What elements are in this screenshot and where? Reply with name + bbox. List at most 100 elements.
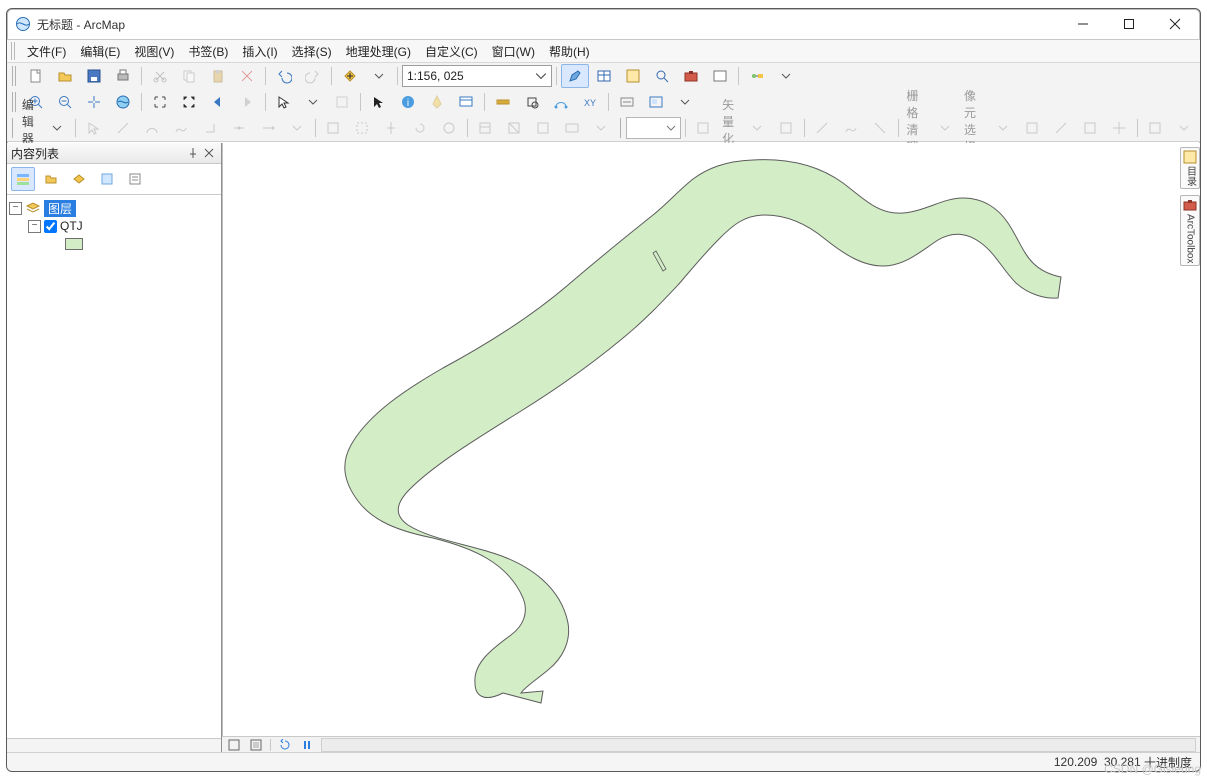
toc-tab-visibility[interactable] xyxy=(67,167,91,191)
menu-insert[interactable]: 插入(I) xyxy=(236,41,283,62)
layout-view-button[interactable] xyxy=(248,738,264,752)
menu-window[interactable]: 窗口(W) xyxy=(486,41,541,62)
data-view-button[interactable] xyxy=(226,738,242,752)
save-button[interactable] xyxy=(80,64,108,88)
arctoolbox-button[interactable] xyxy=(677,64,705,88)
toc-close-button[interactable] xyxy=(201,145,217,161)
edit-straight-button[interactable] xyxy=(109,116,137,140)
menu-customize[interactable]: 自定义(C) xyxy=(419,41,484,62)
new-doc-button[interactable] xyxy=(22,64,50,88)
search-window-button[interactable] xyxy=(648,64,676,88)
map-canvas[interactable] xyxy=(222,143,1200,736)
viewer-dropdown[interactable] xyxy=(671,90,699,114)
toc-tab-source[interactable] xyxy=(39,167,63,191)
redo-button[interactable] xyxy=(299,64,327,88)
menubar-grip[interactable] xyxy=(11,42,17,60)
menu-bookmark[interactable]: 书签(B) xyxy=(182,41,234,62)
toolbar-grip[interactable] xyxy=(12,66,18,86)
toc-tab-selection[interactable] xyxy=(95,167,119,191)
find-route-button[interactable] xyxy=(547,90,575,114)
edit-target-dropdown-button[interactable] xyxy=(558,116,586,140)
select-elements-button[interactable] xyxy=(365,90,393,114)
arcscan-options-button[interactable] xyxy=(689,116,717,140)
find-button[interactable] xyxy=(518,90,546,114)
scale-combo[interactable]: 1:156, 025 xyxy=(402,65,552,87)
pixel-select-dropdown[interactable] xyxy=(989,116,1017,140)
maximize-button[interactable] xyxy=(1106,9,1152,39)
edit-end-button[interactable] xyxy=(254,116,282,140)
delete-button[interactable] xyxy=(233,64,261,88)
pan-button[interactable] xyxy=(80,90,108,114)
vectorize-dropdown[interactable] xyxy=(743,116,771,140)
menu-file[interactable]: 文件(F) xyxy=(21,41,72,62)
toc-tab-options[interactable] xyxy=(123,167,147,191)
clear-selection-button[interactable] xyxy=(328,90,356,114)
hyperlink-button[interactable] xyxy=(423,90,451,114)
pause-drawing-button[interactable] xyxy=(299,738,315,752)
html-popup-button[interactable] xyxy=(452,90,480,114)
toc-pin-button[interactable] xyxy=(185,145,201,161)
fixed-zoom-out-button[interactable] xyxy=(175,90,203,114)
expander-minus-icon[interactable]: − xyxy=(28,220,41,233)
catalog-window-button[interactable] xyxy=(619,64,647,88)
editor-menu-dropdown[interactable] xyxy=(43,116,71,140)
edit-cut-poly-button[interactable] xyxy=(319,116,347,140)
edit-arc-button[interactable] xyxy=(138,116,166,140)
ps-tool1-button[interactable] xyxy=(1018,116,1046,140)
edit-target-dropdown[interactable] xyxy=(587,116,615,140)
menu-help[interactable]: 帮助(H) xyxy=(543,41,596,62)
toc-resize-bar[interactable] xyxy=(7,738,221,753)
goto-xy-button[interactable]: XY xyxy=(576,90,604,114)
edit-rightangle-button[interactable] xyxy=(196,116,224,140)
map-horizontal-scrollbar[interactable] xyxy=(321,738,1196,752)
raster-cleanup-dropdown[interactable] xyxy=(931,116,959,140)
close-button[interactable] xyxy=(1152,9,1198,39)
toolbar-grip[interactable] xyxy=(620,118,622,138)
minimize-button[interactable] xyxy=(1060,9,1106,39)
paste-button[interactable] xyxy=(204,64,232,88)
ps-tool2-button[interactable] xyxy=(1047,116,1075,140)
full-extent-button[interactable] xyxy=(109,90,137,114)
table-window-button[interactable] xyxy=(590,64,618,88)
ps-tool4-button[interactable] xyxy=(1105,116,1133,140)
edit-rotate-button[interactable] xyxy=(406,116,434,140)
edit-split-button[interactable] xyxy=(377,116,405,140)
create-features-button[interactable] xyxy=(529,116,557,140)
ps-tool5-button[interactable] xyxy=(1141,116,1169,140)
python-window-button[interactable] xyxy=(706,64,734,88)
arcscan-layer-combo[interactable] xyxy=(626,117,681,139)
identify-button[interactable]: i xyxy=(394,90,422,114)
expander-minus-icon[interactable]: − xyxy=(9,202,22,215)
next-extent-button[interactable] xyxy=(233,90,261,114)
open-button[interactable] xyxy=(51,64,79,88)
measure-button[interactable] xyxy=(489,90,517,114)
vec-tool3-button[interactable] xyxy=(866,116,894,140)
model-builder-dropdown[interactable] xyxy=(772,64,800,88)
edit-vertices-dropdown[interactable] xyxy=(283,116,311,140)
edit-reshape-button[interactable] xyxy=(348,116,376,140)
viewer-window-button[interactable] xyxy=(642,90,670,114)
select-features-dropdown[interactable] xyxy=(299,90,327,114)
vec-trace-button[interactable] xyxy=(772,116,800,140)
edit-sketch-props-button[interactable] xyxy=(500,116,528,140)
toc-root-row[interactable]: − 图层 xyxy=(9,199,219,217)
editor-toolbar-toggle[interactable] xyxy=(561,64,589,88)
model-builder-button[interactable] xyxy=(743,64,771,88)
toc-layer-row[interactable]: − QTJ xyxy=(9,217,219,235)
cut-button[interactable] xyxy=(146,64,174,88)
toc-tab-drawing-order[interactable] xyxy=(11,167,35,191)
edit-trace-button[interactable] xyxy=(167,116,195,140)
select-features-button[interactable] xyxy=(270,90,298,114)
layer-visibility-checkbox[interactable] xyxy=(44,220,57,233)
vec-tool2-button[interactable] xyxy=(837,116,865,140)
zoom-out-button[interactable] xyxy=(51,90,79,114)
add-data-dropdown[interactable] xyxy=(365,64,393,88)
toolbar-grip[interactable] xyxy=(12,118,14,138)
dock-tab-catalog[interactable]: 目录 xyxy=(1180,147,1200,189)
refresh-view-button[interactable] xyxy=(277,738,293,752)
time-slider-button[interactable] xyxy=(613,90,641,114)
edit-midpoint-button[interactable] xyxy=(225,116,253,140)
edit-attributes-button[interactable] xyxy=(471,116,499,140)
undo-button[interactable] xyxy=(270,64,298,88)
add-data-button[interactable] xyxy=(336,64,364,88)
